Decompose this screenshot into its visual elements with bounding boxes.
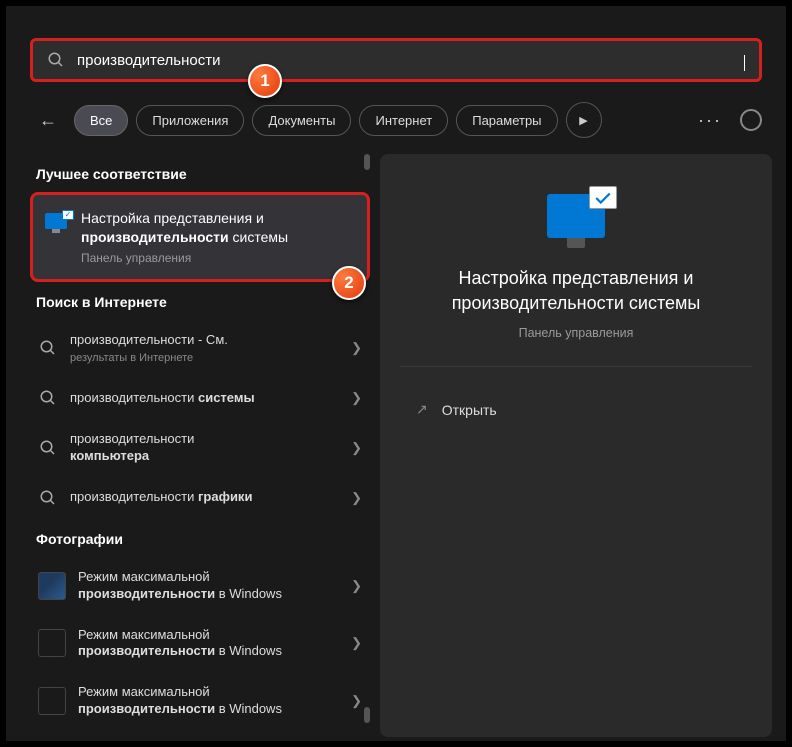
annotation-marker-2: 2 <box>332 266 366 300</box>
play-icon: ▶ <box>579 114 587 127</box>
search-icon <box>39 489 57 507</box>
results-column: Лучшее соответствие ✓ Настройка представ… <box>30 154 370 737</box>
filter-all[interactable]: Все <box>74 105 128 136</box>
chevron-right-icon: ❯ <box>351 490 362 506</box>
photo-result[interactable]: Режим максимальнойпроизводительности в W… <box>30 557 370 615</box>
photo-thumb-icon <box>38 572 66 600</box>
chevron-right-icon: ❯ <box>351 635 362 651</box>
chevron-right-icon: ❯ <box>351 693 362 709</box>
section-photos: Фотографии <box>30 519 370 557</box>
photo-thumb-icon <box>38 687 66 715</box>
preview-title: Настройка представления и производительн… <box>400 266 752 316</box>
photo-result[interactable]: Режим максимальнойпроизводительности в W… <box>30 615 370 673</box>
web-result[interactable]: производительности системы ❯ <box>30 377 370 419</box>
photo-result-text: Режим максимальнойпроизводительности в W… <box>78 684 339 718</box>
filter-docs[interactable]: Документы <box>252 105 351 136</box>
web-result[interactable]: производительностикомпьютера ❯ <box>30 419 370 477</box>
divider <box>400 366 752 367</box>
filter-web[interactable]: Интернет <box>359 105 448 136</box>
search-icon <box>39 389 57 407</box>
search-input[interactable]: производительности <box>77 52 736 69</box>
annotation-marker-1: 1 <box>248 64 282 98</box>
web-result-text: производительности системы <box>70 390 339 407</box>
filter-apps[interactable]: Приложения <box>136 105 244 136</box>
photo-result-text: Режим максимальнойпроизводительности в W… <box>78 569 339 603</box>
best-match-title: Настройка представления и производительн… <box>81 209 355 247</box>
web-result-text: производительностикомпьютера <box>70 431 339 465</box>
scroll-up-icon[interactable] <box>364 154 370 170</box>
search-icon <box>39 439 57 457</box>
best-match-item[interactable]: ✓ Настройка представления и производител… <box>30 192 370 282</box>
chevron-right-icon: ❯ <box>351 440 362 456</box>
filter-row: ← Все Приложения Документы Интернет Пара… <box>6 98 786 154</box>
web-result[interactable]: производительности графики ❯ <box>30 477 370 519</box>
account-circle[interactable] <box>740 109 762 131</box>
photo-result-text: Режим максимальнойпроизводительности в W… <box>78 627 339 661</box>
section-web-search: Поиск в Интернете <box>30 282 370 320</box>
web-result-text: производительности - См.результаты в Инт… <box>70 332 339 365</box>
search-icon <box>47 51 65 69</box>
web-result-text: производительности графики <box>70 489 339 506</box>
preview-pane: Настройка представления и производительн… <box>380 154 772 737</box>
performance-options-icon: ✓ <box>45 213 71 237</box>
more-filters-button[interactable]: ▶ <box>566 102 602 138</box>
text-caret <box>744 55 745 71</box>
open-external-icon: ↗ <box>416 401 428 418</box>
arrow-left-icon: ← <box>39 110 57 131</box>
web-result[interactable]: производительности - См.результаты в Инт… <box>30 320 370 377</box>
overflow-menu[interactable]: ··· <box>692 106 728 135</box>
chevron-right-icon: ❯ <box>351 340 362 356</box>
search-bar[interactable]: производительности <box>30 38 762 82</box>
best-match-subtitle: Панель управления <box>81 251 355 265</box>
photo-thumb-icon <box>38 629 66 657</box>
open-button[interactable]: ↗ Открыть <box>400 393 752 426</box>
photo-result[interactable]: Режим максимальнойпроизводительности в W… <box>30 672 370 730</box>
section-best-match: Лучшее соответствие <box>30 154 370 192</box>
search-icon <box>39 339 57 357</box>
open-label: Открыть <box>442 402 497 418</box>
chevron-right-icon: ❯ <box>351 390 362 406</box>
performance-options-icon-large <box>547 194 605 238</box>
back-button[interactable]: ← <box>30 102 66 138</box>
scroll-down-icon[interactable] <box>364 707 370 723</box>
filter-settings[interactable]: Параметры <box>456 105 557 136</box>
chevron-right-icon: ❯ <box>351 578 362 594</box>
preview-subtitle: Панель управления <box>400 326 752 340</box>
